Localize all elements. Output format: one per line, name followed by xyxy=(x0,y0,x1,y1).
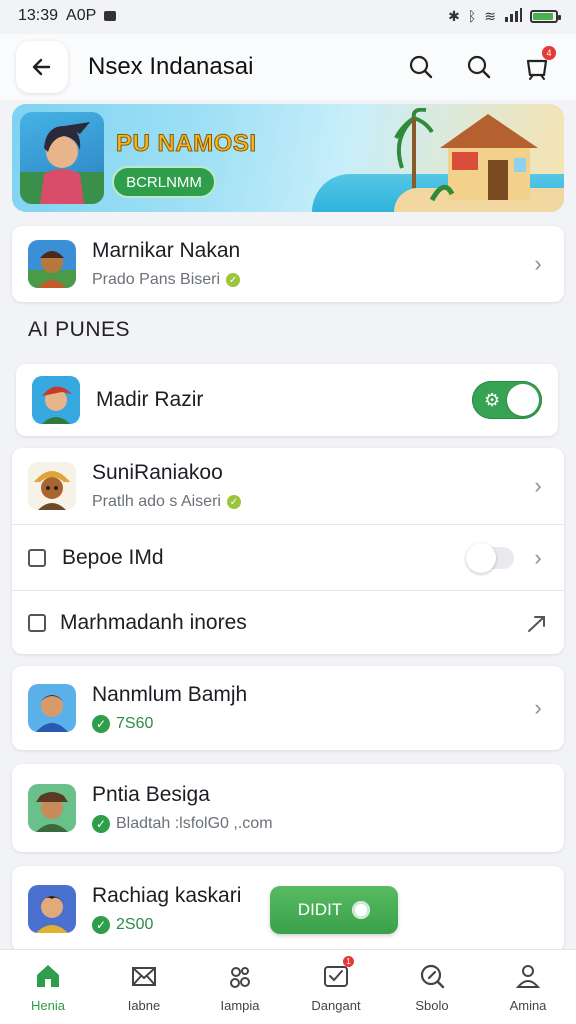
banner-title: PU NAMOSI xyxy=(116,130,257,158)
avatar xyxy=(28,462,76,510)
nav-label: Henia xyxy=(31,997,65,1013)
list-item-title: Nanmlum Bamjh xyxy=(92,683,248,706)
checkbox-row[interactable]: Bepoe IMd › xyxy=(12,524,564,590)
search-icon xyxy=(418,962,446,990)
chevron-right-icon: › xyxy=(534,544,542,570)
beach-hut-illustration xyxy=(394,108,538,202)
radio-dot-icon xyxy=(352,901,371,919)
nav-label: Amina xyxy=(509,997,547,1013)
wifi-icon: ≋ xyxy=(484,7,496,24)
battery-icon xyxy=(530,9,561,23)
verified-icon: ✓ xyxy=(226,273,241,287)
checkbox[interactable] xyxy=(28,548,46,567)
signal-icon xyxy=(504,7,522,25)
back-button[interactable] xyxy=(16,41,68,93)
action-button[interactable]: DIDIT xyxy=(270,886,398,934)
gear-icon: ⚙ xyxy=(484,390,501,410)
check-circle-icon: ✓ xyxy=(92,916,110,934)
nav-label: Dangant xyxy=(311,997,361,1013)
chevron-right-icon: › xyxy=(534,473,542,498)
mail-icon xyxy=(130,962,158,990)
toggle-switch[interactable] xyxy=(466,542,514,573)
list-item[interactable]: SuniRaniakoo Pratlh ado s Aiseri ✓ › xyxy=(12,448,564,524)
list-item-title: SuniRaniakoo xyxy=(92,461,223,484)
nav-item-mail[interactable]: Iabne xyxy=(96,950,192,1024)
list-item-subtitle: Pratlh ado s Aiseri xyxy=(92,493,221,510)
nfc-icon: ✱ xyxy=(448,7,460,24)
list-card-nanmlum[interactable]: Nanmlum Bamjh ✓ 7S60 › xyxy=(12,666,564,750)
status-carrier: A0P xyxy=(66,7,97,24)
avatar xyxy=(28,885,76,933)
list-item[interactable]: Nanmlum Bamjh ✓ 7S60 › xyxy=(12,666,564,750)
app-bar: Nsex Indanasai 4 xyxy=(0,34,576,100)
check-circle-icon: ✓ xyxy=(92,715,110,733)
checkbox-row[interactable]: Marhmadanh inores xyxy=(12,590,564,654)
bluetooth-icon: ᛒ xyxy=(467,8,477,24)
avatar xyxy=(28,784,76,832)
search-button[interactable] xyxy=(406,52,436,82)
list-item-subtitle: 2S00 xyxy=(116,916,154,933)
bottom-nav: Henia Iabne Iampia 1 Dangant Sbolo Amina xyxy=(0,949,576,1024)
promo-banner[interactable]: PU NAMOSI BCRLNMM xyxy=(12,104,564,212)
nav-item-profile[interactable]: Amina xyxy=(480,950,576,1024)
checkbox-row-title: Bepoe IMd xyxy=(62,545,164,569)
list-item-subtitle: Prado Pans Biseri xyxy=(92,271,221,288)
options-card: SuniRaniakoo Pratlh ado s Aiseri ✓ › Bep… xyxy=(12,448,564,654)
notification-button[interactable]: 4 xyxy=(522,46,556,82)
nav-item-people[interactable]: Iampia xyxy=(192,950,288,1024)
search-button-secondary[interactable] xyxy=(464,52,494,82)
avatar xyxy=(28,684,76,732)
nav-item-search[interactable]: Sbolo xyxy=(384,950,480,1024)
chevron-right-icon: › xyxy=(534,695,542,720)
nav-badge: 1 xyxy=(343,955,354,967)
search-icon xyxy=(409,55,433,79)
list-card-pntia[interactable]: Pntia Besiga ✓ Bladtah :lsfolG0 ,.com xyxy=(12,764,564,852)
inbox-icon: 1 xyxy=(322,955,354,990)
action-button-label: DIDIT xyxy=(297,900,343,919)
avatar xyxy=(32,376,80,424)
checkbox-row-title: Marhmadanh inores xyxy=(60,610,247,634)
list-item-subtitle: 7S60 xyxy=(116,715,154,732)
status-time: 13:39 xyxy=(18,7,59,24)
banner-cta-button[interactable]: BCRLNMM xyxy=(112,166,216,198)
banner-character-image xyxy=(20,112,104,204)
status-bar: 13:39 A0P ✱ ᛒ ≋ xyxy=(0,0,576,32)
toggle-knob xyxy=(507,384,539,416)
arrow-up-right-icon xyxy=(528,615,545,632)
arrow-left-icon xyxy=(32,58,51,76)
home-icon xyxy=(34,962,62,990)
nav-item-inbox[interactable]: 1 Dangant xyxy=(288,950,384,1024)
toggle-row: Madir Razir ⚙ xyxy=(16,364,558,436)
list-item-title: Marnikar Nakan xyxy=(92,239,241,262)
nav-label: Iampia xyxy=(220,997,260,1013)
list-item[interactable]: Marnikar Nakan Prado Pans Biseri ✓ › xyxy=(12,226,564,302)
list-item-title: Pntia Besiga xyxy=(92,783,210,806)
list-card-rachiag[interactable]: Rachiag kaskari ✓ 2S00 DIDIT xyxy=(12,866,564,952)
screenshot-icon xyxy=(104,11,117,21)
toggle-card: Madir Razir ⚙ xyxy=(16,364,558,436)
check-circle-icon: ✓ xyxy=(92,815,110,833)
section-header: AI PUNES xyxy=(28,318,131,341)
list-item-subtitle: Bladtah :lsfolG0 ,.com xyxy=(116,815,273,832)
page-title: Nsex Indanasai xyxy=(88,53,254,80)
checkbox[interactable] xyxy=(28,613,46,632)
people-icon xyxy=(226,962,254,990)
verified-icon: ✓ xyxy=(226,495,241,509)
list-item[interactable]: Rachiag kaskari ✓ 2S00 DIDIT xyxy=(12,866,564,952)
toggle-row-title: Madir Razir xyxy=(96,388,204,411)
nav-label: Iabne xyxy=(127,997,161,1013)
notification-badge: 4 xyxy=(542,46,556,60)
list-card-marnikar[interactable]: Marnikar Nakan Prado Pans Biseri ✓ › xyxy=(12,226,564,302)
nav-item-home[interactable]: Henia xyxy=(0,950,96,1024)
profile-icon xyxy=(514,962,542,990)
search-icon xyxy=(467,55,491,79)
nav-label: Sbolo xyxy=(415,997,449,1013)
settings-toggle[interactable]: ⚙ xyxy=(472,381,542,419)
list-item[interactable]: Pntia Besiga ✓ Bladtah :lsfolG0 ,.com xyxy=(12,764,564,852)
avatar xyxy=(28,240,76,288)
chevron-right-icon: › xyxy=(534,251,542,276)
toggle-knob xyxy=(466,542,496,573)
